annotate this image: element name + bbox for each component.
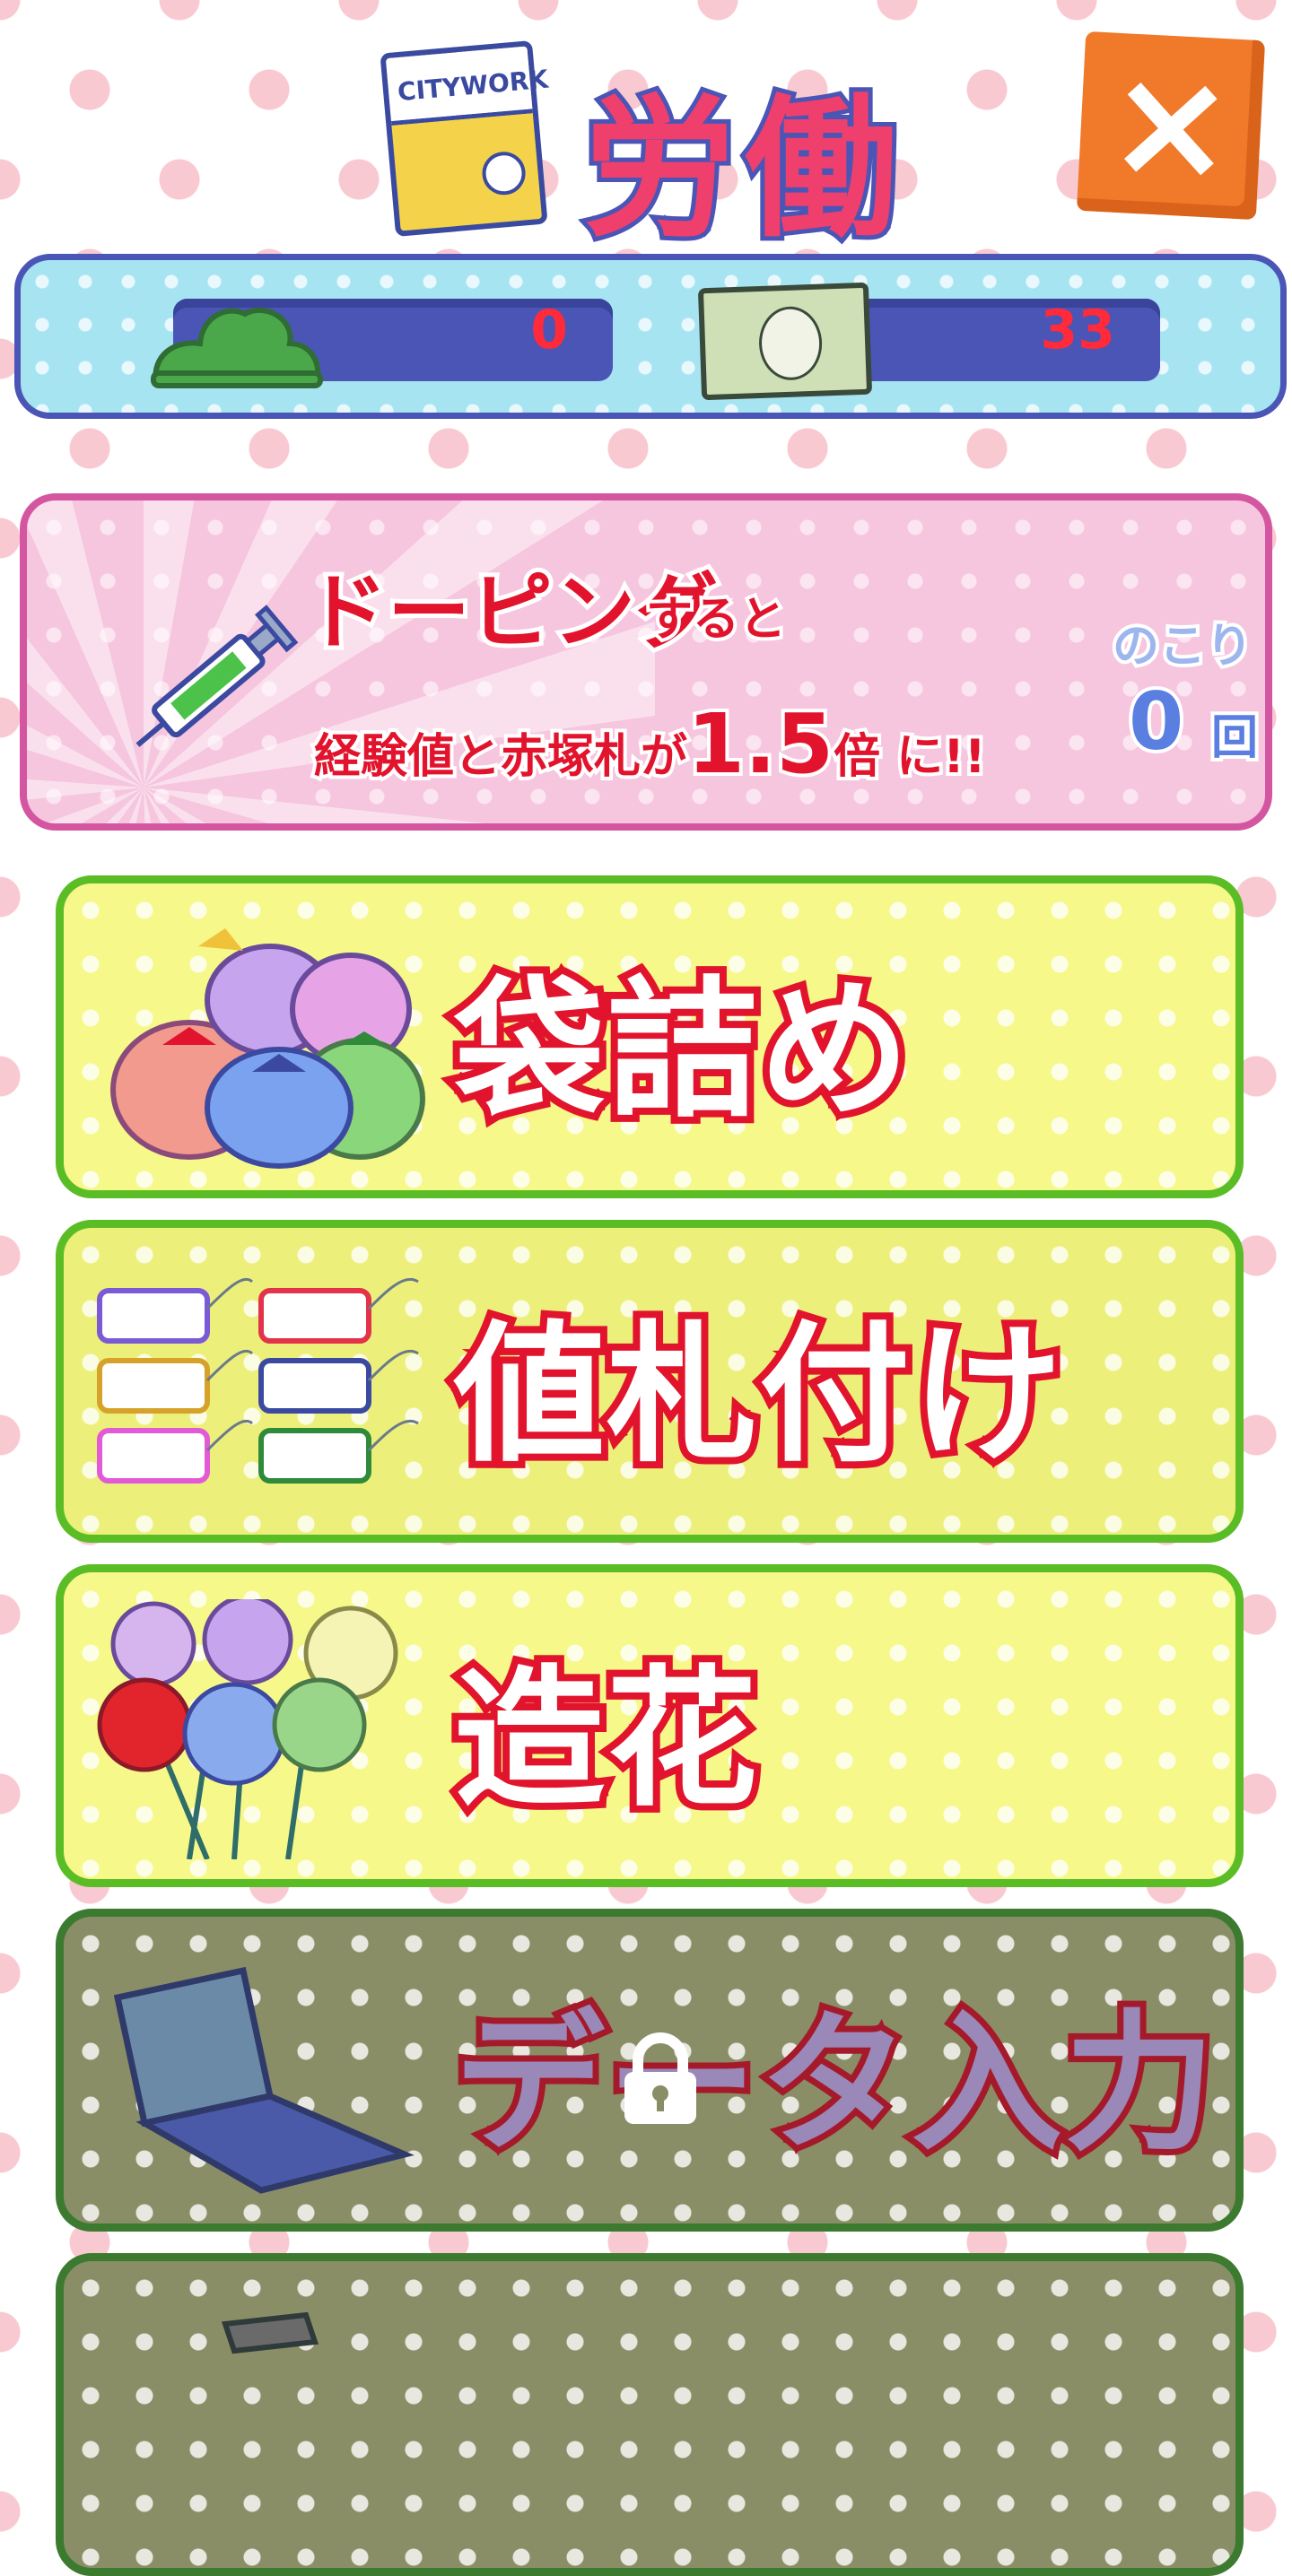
remaining-unit: 回 bbox=[1208, 708, 1261, 769]
remaining-label: のこり bbox=[1109, 616, 1256, 677]
job-button-next-locked[interactable] bbox=[56, 2253, 1244, 2576]
doping-line2-prefix: 経験値と赤塚札が bbox=[310, 727, 691, 788]
doping-title-suffix: すると bbox=[642, 589, 790, 650]
money-count: 33 bbox=[1040, 299, 1116, 361]
stats-bar: 0 33 bbox=[14, 254, 1287, 419]
roses-icon bbox=[97, 1599, 398, 1859]
pine-count: 0 bbox=[530, 299, 568, 361]
job-label: 値札付け bbox=[447, 1300, 1069, 1490]
pine-icon bbox=[151, 307, 323, 388]
gift-bags-icon bbox=[110, 928, 425, 1169]
job-label: データ入力 bbox=[448, 1989, 1221, 2178]
laptop-icon bbox=[113, 1966, 415, 2194]
lock-icon bbox=[624, 2032, 696, 2124]
job-label: 造花 bbox=[447, 1644, 764, 1834]
job-button-data-entry[interactable]: データ入力 bbox=[56, 1909, 1244, 2232]
doping-line2-suffix: に!! bbox=[893, 727, 989, 788]
price-tags-icon bbox=[97, 1277, 419, 1484]
page-title: 労働 bbox=[579, 76, 907, 263]
job-button-price-tagging[interactable]: 値札付け bbox=[56, 1220, 1244, 1543]
close-icon: × bbox=[1102, 32, 1240, 217]
doping-multiplier-unit: 倍 bbox=[830, 727, 884, 788]
magazine-icon: CITYWORK bbox=[380, 39, 549, 238]
money-meter: 33 bbox=[828, 299, 1160, 381]
doping-description: 経験値と赤塚札が1.5倍 に!! bbox=[310, 692, 990, 796]
close-button[interactable]: × bbox=[1076, 30, 1266, 221]
doping-multiplier: 1.5 bbox=[684, 692, 837, 796]
job-label: 袋詰め bbox=[447, 955, 917, 1145]
syringe-icon bbox=[135, 605, 299, 747]
banknote-icon bbox=[697, 282, 873, 401]
partial-job-icon bbox=[221, 2311, 319, 2354]
job-button-artificial-flowers[interactable]: 造花 bbox=[56, 1564, 1244, 1887]
job-button-bagging[interactable]: 袋詰め bbox=[56, 875, 1244, 1198]
header: CITYWORK 労働 × bbox=[0, 0, 1292, 263]
remaining-count: 0 bbox=[1125, 672, 1187, 771]
doping-banner[interactable]: ドーピング すると 経験値と赤塚札が1.5倍 に!! のこり 0 回 bbox=[20, 493, 1272, 831]
